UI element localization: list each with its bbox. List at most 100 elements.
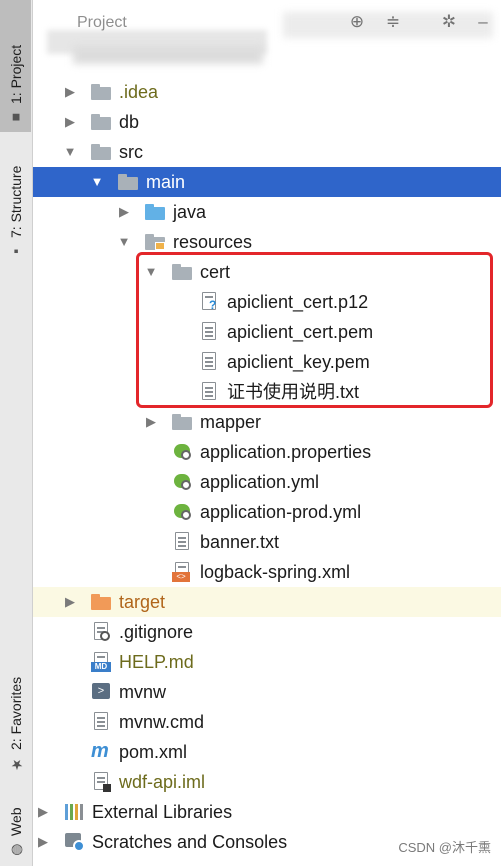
minimize-icon[interactable]: –: [473, 12, 493, 32]
chevron-right-icon[interactable]: ▶: [36, 835, 50, 849]
tree-item-cert[interactable]: ▼ cert: [33, 257, 501, 287]
tab-favorites-label: 2: Favorites: [8, 676, 24, 750]
folder-resources-icon: [145, 232, 167, 252]
tree-item-gitignore[interactable]: .gitignore: [33, 617, 501, 647]
tree-item-wdf-api-iml[interactable]: wdf-api.iml: [33, 767, 501, 797]
text-file-icon: [199, 322, 221, 342]
chevron-down-icon[interactable]: ▼: [117, 235, 131, 249]
tree-item-label: .idea: [119, 82, 159, 102]
tree-item-label: Scratches and Consoles: [92, 832, 288, 852]
tab-web-label: Web: [8, 807, 24, 836]
chevron-right-icon[interactable]: ▶: [117, 205, 131, 219]
tree-item-mapper[interactable]: ▶ mapper: [33, 407, 501, 437]
tab-project[interactable]: ■ 1: Project: [4, 6, 28, 126]
tree-item-cert-readme-txt[interactable]: 证书使用说明.txt: [33, 377, 501, 407]
tree-item-label: logback-spring.xml: [200, 562, 351, 582]
tab-structure-label: 7: Structure: [8, 165, 24, 238]
tree-item-logback-spring-xml[interactable]: <> logback-spring.xml: [33, 557, 501, 587]
tree-item-label: src: [119, 142, 143, 162]
panel-title[interactable]: Project: [77, 14, 127, 32]
tree-item-target[interactable]: ▶ target: [33, 587, 501, 617]
tab-project-label: 1: Project: [8, 44, 24, 104]
folder-orange-icon: [91, 592, 113, 612]
tree-item-apiclient-cert-p12[interactable]: ? apiclient_cert.p12: [33, 287, 501, 317]
tool-window-strip: ■ 1: Project ▪ 7: Structure ★ 2: Favorit…: [0, 0, 33, 866]
tree-item-application-yml[interactable]: application.yml: [33, 467, 501, 497]
libraries-icon: [64, 802, 86, 822]
tree-item-resources[interactable]: ▼ resources: [33, 227, 501, 257]
star-icon: ★: [8, 756, 24, 772]
tree-item-label: application-prod.yml: [200, 502, 362, 522]
tree-item-apiclient-cert-pem[interactable]: apiclient_cert.pem: [33, 317, 501, 347]
chevron-right-icon[interactable]: ▶: [63, 595, 77, 609]
tree-item-label: mvnw.cmd: [119, 712, 205, 732]
tree-item-src[interactable]: ▼ src: [33, 137, 501, 167]
folder-gray-icon: [91, 142, 113, 162]
chevron-right-icon[interactable]: ▶: [63, 115, 77, 129]
tree-item-label: HELP.md: [119, 652, 194, 672]
tree-item-pom-xml[interactable]: m pom.xml: [33, 737, 501, 767]
folder-gray-icon: [91, 112, 113, 132]
tree-item-main[interactable]: ▼ main: [33, 167, 501, 197]
tree-item-label: application.yml: [200, 472, 320, 492]
tree-item-label: banner.txt: [200, 532, 280, 552]
spring-config-icon: [172, 472, 194, 492]
collapse-icon[interactable]: ≑: [383, 12, 403, 32]
text-file-icon: [199, 352, 221, 372]
tree-item-label: resources: [173, 232, 253, 252]
header-blur-left-2: [73, 46, 263, 64]
tree-item-label: .gitignore: [119, 622, 194, 642]
gear-icon[interactable]: ✲: [439, 12, 459, 32]
globe-icon: ◍: [8, 842, 24, 858]
folder-gray-icon: [172, 412, 194, 432]
tab-web[interactable]: ◍ Web: [4, 798, 28, 858]
text-file-icon: [199, 382, 221, 402]
tree-item-mvnw-cmd[interactable]: mvnw.cmd: [33, 707, 501, 737]
chevron-down-icon[interactable]: ▼: [63, 145, 77, 159]
tree-item-label: mapper: [200, 412, 262, 432]
tree-item-help-md[interactable]: MD HELP.md: [33, 647, 501, 677]
tab-structure[interactable]: ▪ 7: Structure: [4, 148, 28, 260]
tree-item-application-properties[interactable]: application.properties: [33, 437, 501, 467]
spring-config-icon: [172, 442, 194, 462]
tree-item-label: External Libraries: [92, 802, 233, 822]
tree-item-label: cert: [200, 262, 231, 282]
text-file-icon: [172, 532, 194, 552]
tree-item-mvnw[interactable]: > mvnw: [33, 677, 501, 707]
tree-item-label: apiclient_key.pem: [227, 352, 370, 372]
tree-item-label: java: [173, 202, 207, 222]
folder-gray-icon: [118, 172, 140, 192]
folder-blue-icon: [145, 202, 167, 222]
project-header: Project ⊕ ≑ ✲ –: [33, 0, 501, 64]
tree-item-external-libraries[interactable]: ▶ External Libraries: [33, 797, 501, 827]
scratches-icon: [64, 832, 86, 852]
tree-item-apiclient-key-pem[interactable]: apiclient_key.pem: [33, 347, 501, 377]
xml-file-icon: <>: [172, 562, 194, 582]
tree-item-label: apiclient_cert.pem: [227, 322, 374, 342]
target-icon[interactable]: ⊕: [347, 12, 367, 32]
chevron-right-icon[interactable]: ▶: [63, 85, 77, 99]
tree-item-application-prod-yml[interactable]: application-prod.yml: [33, 497, 501, 527]
tab-favorites[interactable]: ★ 2: Favorites: [4, 660, 28, 772]
structure-icon: ▪: [8, 244, 24, 260]
folder-gray-icon: [91, 82, 113, 102]
chevron-down-icon[interactable]: ▼: [90, 175, 104, 189]
tree-item-idea[interactable]: ▶ .idea: [33, 77, 501, 107]
tree-item-label: application.properties: [200, 442, 372, 462]
tree-item-label: 证书使用说明.txt: [227, 382, 360, 402]
tree-item-label: db: [119, 112, 140, 132]
maven-icon: m: [91, 740, 109, 762]
text-file-icon: [91, 712, 113, 732]
tree-item-banner-txt[interactable]: banner.txt: [33, 527, 501, 557]
chevron-right-icon[interactable]: ▶: [144, 415, 158, 429]
unknown-file-icon: ?: [199, 292, 221, 312]
ignore-file-icon: [91, 622, 113, 642]
chevron-down-icon[interactable]: ▼: [144, 265, 158, 279]
folder-gray-icon: [172, 262, 194, 282]
tree-item-db[interactable]: ▶ db: [33, 107, 501, 137]
tree-item-label: main: [146, 172, 186, 192]
tree-item-label: apiclient_cert.p12: [227, 292, 369, 312]
chevron-right-icon[interactable]: ▶: [36, 805, 50, 819]
tree-item-java[interactable]: ▶ java: [33, 197, 501, 227]
tree-item-label: target: [119, 592, 166, 612]
